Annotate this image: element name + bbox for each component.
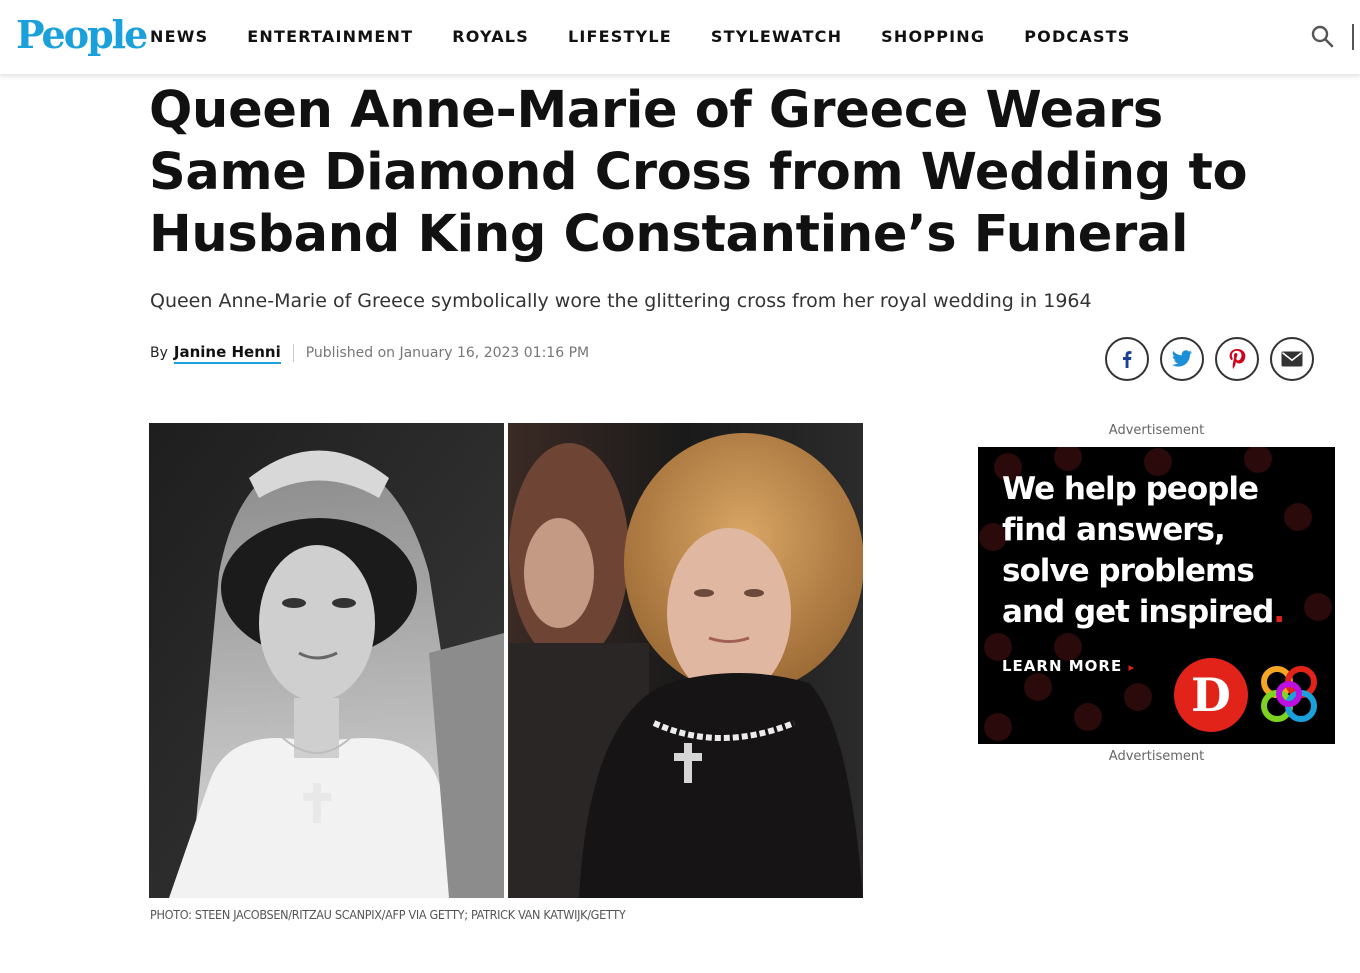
share-buttons: [1105, 337, 1325, 381]
top-navigation-bar: People NEWS ENTERTAINMENT ROYALS LIFESTY…: [0, 0, 1360, 75]
ad-line-1: We help people: [1002, 471, 1259, 507]
email-share-button[interactable]: [1270, 337, 1314, 381]
nav-item-stylewatch[interactable]: STYLEWATCH: [711, 24, 842, 50]
ad-line-3: solve problems: [1002, 553, 1255, 589]
nav-item-lifestyle[interactable]: LIFESTYLE: [568, 24, 672, 50]
twitter-share-button[interactable]: [1160, 337, 1204, 381]
email-icon: [1281, 351, 1303, 367]
byline-divider: [292, 344, 294, 362]
ad-period: .: [1273, 594, 1285, 630]
ad-line-4-text: and get inspired: [1002, 594, 1274, 630]
ad-line-4: and get inspired.: [1002, 592, 1322, 633]
nav-item-entertainment[interactable]: ENTERTAINMENT: [247, 24, 413, 50]
ad-label-top: Advertisement: [1108, 423, 1205, 438]
people-logo[interactable]: People: [16, 10, 148, 60]
article-subhead: Queen Anne-Marie of Greece symbolically …: [150, 290, 1092, 312]
nav-item-podcasts[interactable]: PODCASTS: [1024, 24, 1130, 50]
ad-learn-more-link[interactable]: LEARN MORE ▸: [1002, 657, 1135, 675]
twitter-icon: [1171, 350, 1193, 367]
byline: By Janine Henni Published on January 16,…: [150, 341, 589, 365]
main-nav: NEWS ENTERTAINMENT ROYALS LIFESTYLE STYL…: [150, 24, 1170, 50]
ad-headline: We help people find answers, solve probl…: [1002, 469, 1322, 633]
author-link[interactable]: Janine Henni: [173, 343, 281, 364]
published-date: Published on January 16, 2023 01:16 PM: [305, 345, 590, 361]
facebook-icon: [1123, 351, 1132, 368]
ad-cta-label: LEARN MORE: [1002, 657, 1123, 675]
nav-item-shopping[interactable]: SHOPPING: [881, 24, 985, 50]
ad-line-2: find answers,: [1002, 512, 1226, 548]
photo-credit: PHOTO: STEEN JACOBSEN/RITZAU SCANPIX/AFP…: [150, 907, 626, 922]
advertisement-banner[interactable]: We help people find answers, solve probl…: [978, 447, 1335, 744]
meredith-knot-logo: [1261, 666, 1317, 722]
dotdash-logo: D: [1174, 658, 1248, 732]
search-icon[interactable]: [1310, 24, 1336, 50]
ad-cta-arrow-icon: ▸: [1128, 661, 1135, 674]
pinterest-icon: [1229, 349, 1246, 369]
article-hero-image: [149, 423, 863, 898]
ad-label-bottom: Advertisement: [1108, 749, 1205, 764]
header-divider: [1352, 24, 1354, 50]
byline-prefix: By: [150, 345, 168, 361]
pinterest-share-button[interactable]: [1215, 337, 1259, 381]
facebook-share-button[interactable]: [1105, 337, 1149, 381]
article-headline: Queen Anne-Marie of Greece Wears Same Di…: [149, 81, 1248, 264]
nav-item-news[interactable]: NEWS: [150, 24, 208, 50]
nav-item-royals[interactable]: ROYALS: [452, 24, 529, 50]
